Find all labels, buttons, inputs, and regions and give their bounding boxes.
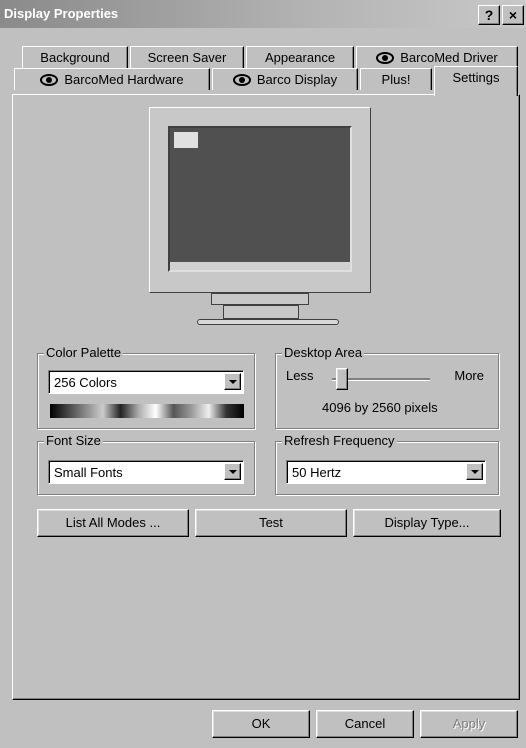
desktop-area-label: Desktop Area	[282, 345, 365, 360]
taskbar-thumbnail	[170, 262, 350, 270]
font-size-value: Small Fonts	[54, 465, 123, 480]
font-size-group: Font Size Small Fonts	[37, 433, 255, 495]
refresh-frequency-label: Refresh Frequency	[282, 433, 397, 448]
settings-panel: Color Palette 256 Colors Desktop Area Le…	[12, 94, 520, 700]
slider-more-label: More	[454, 368, 484, 383]
tab-settings[interactable]: Settings	[434, 66, 518, 96]
cancel-button[interactable]: Cancel	[316, 710, 414, 738]
eye-icon	[376, 51, 395, 64]
resolution-text: 4096 by 2560 pixels	[322, 400, 438, 415]
test-button[interactable]: Test	[195, 509, 347, 537]
monitor-screen	[168, 126, 352, 272]
desktop-area-slider-thumb[interactable]	[336, 368, 348, 390]
refresh-frequency-select[interactable]: 50 Hertz	[286, 460, 486, 484]
font-size-select[interactable]: Small Fonts	[48, 460, 244, 484]
font-size-label: Font Size	[44, 433, 103, 448]
slider-less-label: Less	[286, 368, 314, 383]
list-all-modes-button[interactable]: List All Modes ...	[37, 509, 189, 537]
chevron-down-icon[interactable]	[224, 463, 241, 480]
tab-background[interactable]: Background	[22, 46, 128, 68]
apply-button[interactable]: Apply	[420, 710, 518, 738]
monitor-neck	[211, 293, 309, 305]
tab-barco-display[interactable]: Barco Display	[212, 68, 358, 90]
color-gradient-bar	[50, 404, 244, 418]
tab-appearance[interactable]: Appearance	[246, 46, 354, 68]
tab-plus[interactable]: Plus!	[360, 68, 432, 90]
monitor-preview	[149, 107, 371, 293]
display-type-button[interactable]: Display Type...	[353, 509, 501, 537]
color-palette-value: 256 Colors	[54, 375, 117, 390]
desktop-area-group: Desktop Area Less More 4096 by 2560 pixe…	[275, 345, 499, 429]
chevron-down-icon[interactable]	[224, 373, 241, 390]
monitor-base	[223, 305, 299, 319]
eye-icon	[232, 73, 251, 86]
refresh-frequency-group: Refresh Frequency 50 Hertz	[275, 433, 499, 495]
tab-barcomed-driver[interactable]: BarcoMed Driver	[356, 46, 518, 68]
desktop-icons-thumbnail	[174, 132, 198, 148]
tab-barcomed-hardware[interactable]: BarcoMed Hardware	[14, 68, 210, 90]
color-palette-label: Color Palette	[44, 345, 124, 360]
help-button[interactable]: ?	[478, 5, 500, 25]
color-palette-group: Color Palette 256 Colors	[37, 345, 255, 429]
window-title: Display Properties	[4, 6, 119, 21]
title-bar[interactable]: Display Properties ? ×	[0, 0, 526, 28]
tab-screen-saver[interactable]: Screen Saver	[130, 46, 244, 68]
chevron-down-icon[interactable]	[466, 463, 483, 480]
monitor-stand	[197, 319, 339, 325]
ok-button[interactable]: OK	[212, 710, 310, 738]
refresh-frequency-value: 50 Hertz	[292, 465, 342, 480]
display-properties-window: Display Properties ? × Background Screen…	[0, 0, 526, 748]
close-button[interactable]: ×	[502, 5, 524, 25]
color-palette-select[interactable]: 256 Colors	[48, 370, 244, 394]
eye-icon	[40, 73, 59, 86]
